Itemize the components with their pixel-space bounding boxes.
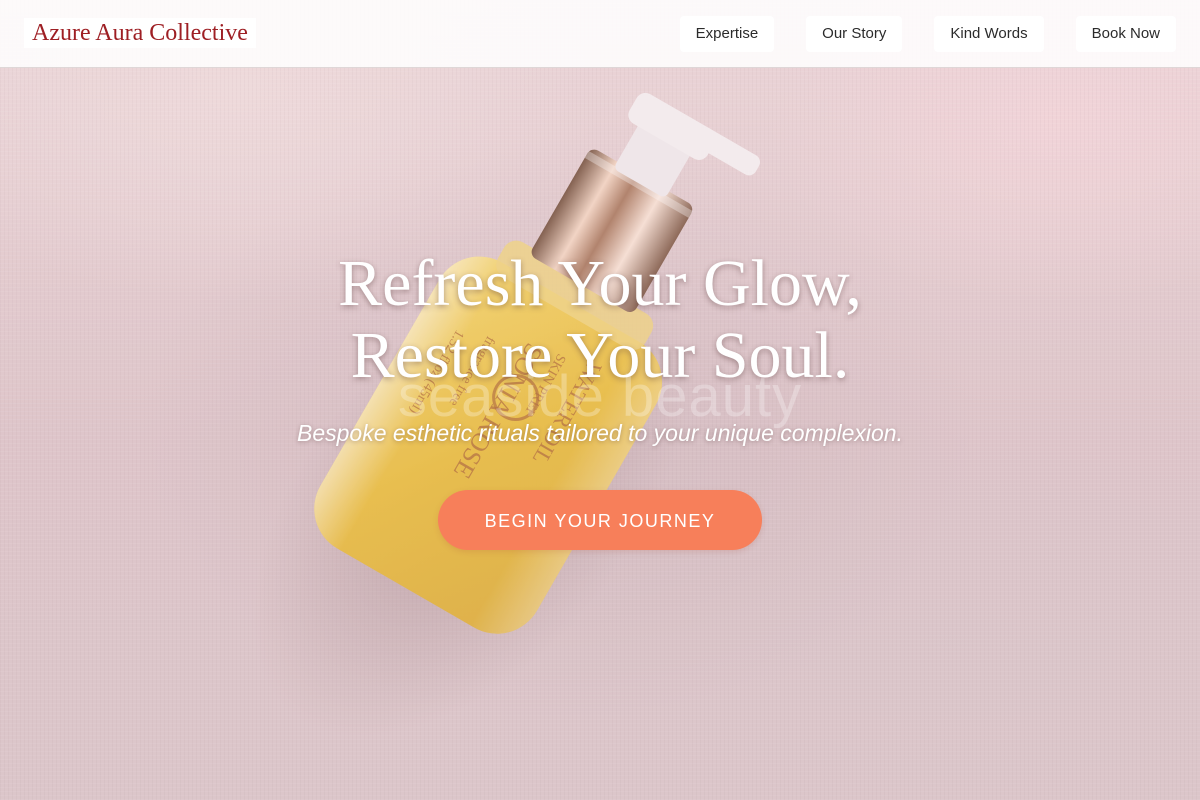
landing-page: WATER OIL SKIN PREP SONIA ROSE fragrance…	[0, 0, 1200, 800]
hero-title-line-1: Refresh Your Glow,	[338, 247, 862, 320]
nav-link-our-story[interactable]: Our Story	[806, 16, 903, 52]
site-header: Azure Aura Collective Expertise Our Stor…	[0, 0, 1200, 68]
hero-section: seaside beauty Refresh Your Glow, Restor…	[0, 0, 1200, 800]
product-watermark: seaside beauty	[397, 364, 803, 429]
nav-link-expertise[interactable]: Expertise	[679, 16, 775, 52]
nav-link-kind-words[interactable]: Kind Words	[934, 16, 1044, 52]
main-nav: Expertise Our Story Kind Words Book Now	[679, 16, 1176, 52]
brand-logo[interactable]: Azure Aura Collective	[24, 18, 256, 48]
begin-journey-button[interactable]: BEGIN YOUR JOURNEY	[438, 490, 762, 550]
nav-link-book-now[interactable]: Book Now	[1075, 16, 1176, 52]
